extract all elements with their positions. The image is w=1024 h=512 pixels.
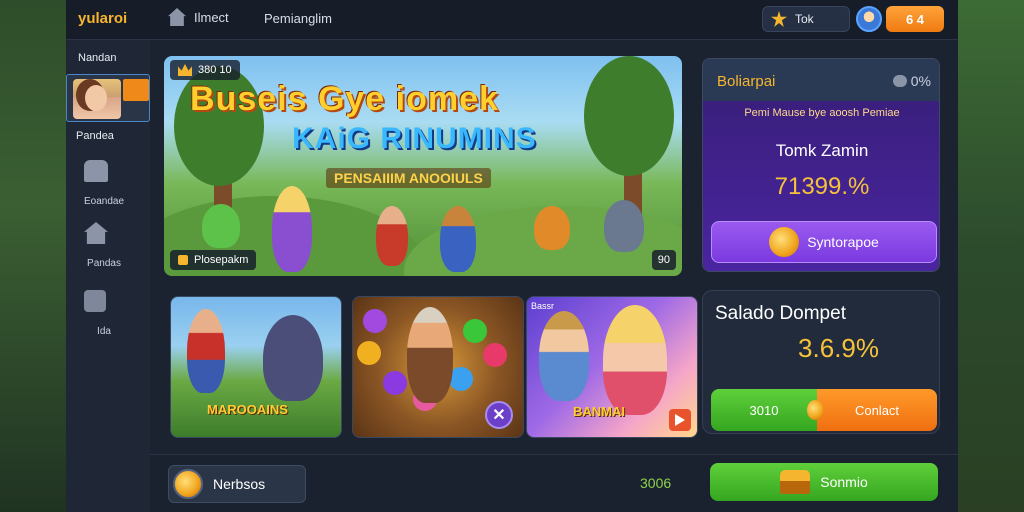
balance-actions: Conlact 3010 Conlact	[711, 389, 937, 431]
sidebar-item-3[interactable]: Ida	[66, 290, 150, 344]
bottom-action-button[interactable]: Sonmio	[710, 463, 938, 501]
nav-home-label: Ilmect	[194, 9, 229, 25]
banner-subtitle: PENSAIIIM ANOOIULS	[326, 168, 491, 188]
sidebar-item-label: Ida	[97, 326, 111, 337]
close-icon[interactable]: ✕	[485, 401, 513, 429]
house-icon	[168, 8, 186, 26]
promo-percent-value: 0%	[910, 73, 931, 89]
user-avatar[interactable]	[856, 6, 882, 32]
background-right	[956, 0, 1024, 512]
game-card-title: MAROOAINS	[207, 402, 288, 417]
bottom-action-label: Sonmio	[820, 474, 868, 490]
banner-title-line2: KAiG RINUMINS	[292, 122, 537, 155]
tk-label: Tok	[795, 12, 814, 26]
tk-pill[interactable]: Tok	[762, 6, 850, 32]
card-character	[539, 311, 589, 401]
sidebar-item-1[interactable]: Eoandae	[66, 160, 150, 214]
coin-icon	[173, 469, 203, 499]
sidebar-item-label: Eoandae	[83, 196, 125, 207]
play-icon[interactable]	[669, 409, 691, 431]
balance-title: Salado Dompet	[715, 303, 846, 324]
sidebar-heading: Nandan	[78, 52, 117, 64]
game-card-chip: Bassr	[531, 301, 555, 311]
bottom-left-label: Nerbsos	[213, 476, 266, 492]
sidebar-profile-card[interactable]	[66, 74, 150, 122]
gem-purple	[383, 371, 407, 395]
bottom-bar: Nerbsos 3006 Sonmio	[150, 454, 958, 512]
crown-icon	[178, 64, 192, 76]
bottom-amount: 3006	[640, 475, 672, 491]
balance-left-label: 3010	[749, 402, 779, 418]
card-character	[407, 307, 453, 403]
banner-footer-label: Plosepakm	[194, 254, 249, 266]
game-card-2[interactable]: ✕	[352, 296, 524, 438]
promo-button[interactable]: Syntorapoe	[711, 221, 937, 263]
app-window: yularoi Ilmect Pemianglim Tok 6 4 Nandan…	[66, 0, 958, 512]
card-character	[187, 309, 225, 393]
promo-button-label: Syntorapoe	[807, 234, 879, 250]
character-boy	[376, 206, 408, 266]
banner-footer-chip[interactable]: Plosepakm	[170, 250, 257, 270]
sidebar: Nandan Pandea Eoandae Pandas Ida	[66, 40, 150, 512]
banner-title-line1: Buseis Gye iomek	[190, 80, 499, 118]
profile-badge	[123, 79, 149, 101]
promo-description: Pemi Mause bye aoosh Pemiae	[744, 107, 900, 119]
coin-icon	[807, 400, 823, 420]
character-hero	[440, 206, 476, 272]
top-bar: yularoi Ilmect Pemianglim Tok 6 4	[66, 0, 958, 40]
gem-purple	[363, 309, 387, 333]
profile-avatar	[73, 79, 121, 119]
balance-value: 3.6.9%	[798, 333, 879, 363]
promo-label: Tomk Zamin	[775, 141, 869, 160]
game-card-title: BANMAI	[573, 404, 625, 419]
chest-icon	[84, 160, 108, 182]
promo-header: Boliarpai 0%	[703, 59, 939, 101]
banner-chip: 380 10	[170, 60, 240, 80]
ticket-icon	[178, 255, 188, 265]
coin-balance-pill[interactable]: 6 4	[886, 6, 944, 32]
cloud-icon	[892, 75, 907, 87]
character-princess	[272, 186, 312, 272]
sidebar-item-2[interactable]: Pandas	[66, 222, 150, 276]
sidebar-item-label: Pandas	[87, 258, 121, 269]
promo-title: Boliarpai	[717, 73, 776, 90]
promo-panel: Boliarpai 0% Pemi Mause bye aoosh Pemiae…	[702, 58, 940, 272]
contact-button[interactable]: Conlact	[817, 389, 937, 431]
hero-banner[interactable]: 380 10 Buseis Gye iomek KAiG RINUMINS PE…	[164, 56, 682, 276]
promo-percent: 0%	[892, 73, 931, 89]
tool-icon	[84, 290, 106, 312]
gem-gold	[357, 341, 381, 365]
banner-tree	[584, 56, 674, 176]
game-card-3[interactable]: Bassr BANMAI	[526, 296, 698, 438]
balance-left-button[interactable]: Conlact 3010	[711, 389, 823, 431]
home-icon	[84, 222, 108, 244]
nav-second[interactable]: Pemianglim	[264, 11, 332, 26]
background-left	[0, 0, 66, 512]
promo-value: 71399.%	[774, 173, 870, 200]
character-fox	[534, 206, 570, 250]
promo-body: Pemi Mause bye aoosh Pemiae Tomk Zamin 7…	[703, 101, 939, 271]
gem-red	[483, 343, 507, 367]
banner-chip-text: 380 10	[198, 64, 232, 76]
coin-icon	[769, 227, 800, 257]
treasure-chest-icon	[780, 470, 811, 494]
banner-count: 90	[651, 250, 676, 270]
gem-green	[463, 319, 487, 343]
app-logo[interactable]: yularoi	[78, 10, 127, 27]
balance-panel: Salado Dompet 3.6.9% Conlact 3010 Conlac…	[702, 290, 940, 434]
character-green	[202, 204, 240, 248]
star-icon	[771, 11, 787, 27]
card-character	[263, 315, 323, 401]
character-cat	[604, 200, 644, 252]
sidebar-profile-label: Pandea	[76, 130, 114, 142]
card-character	[603, 305, 667, 415]
game-card-1[interactable]: MAROOAINS	[170, 296, 342, 438]
nav-home[interactable]: Ilmect	[168, 8, 229, 26]
bottom-left-button[interactable]: Nerbsos	[168, 465, 306, 503]
